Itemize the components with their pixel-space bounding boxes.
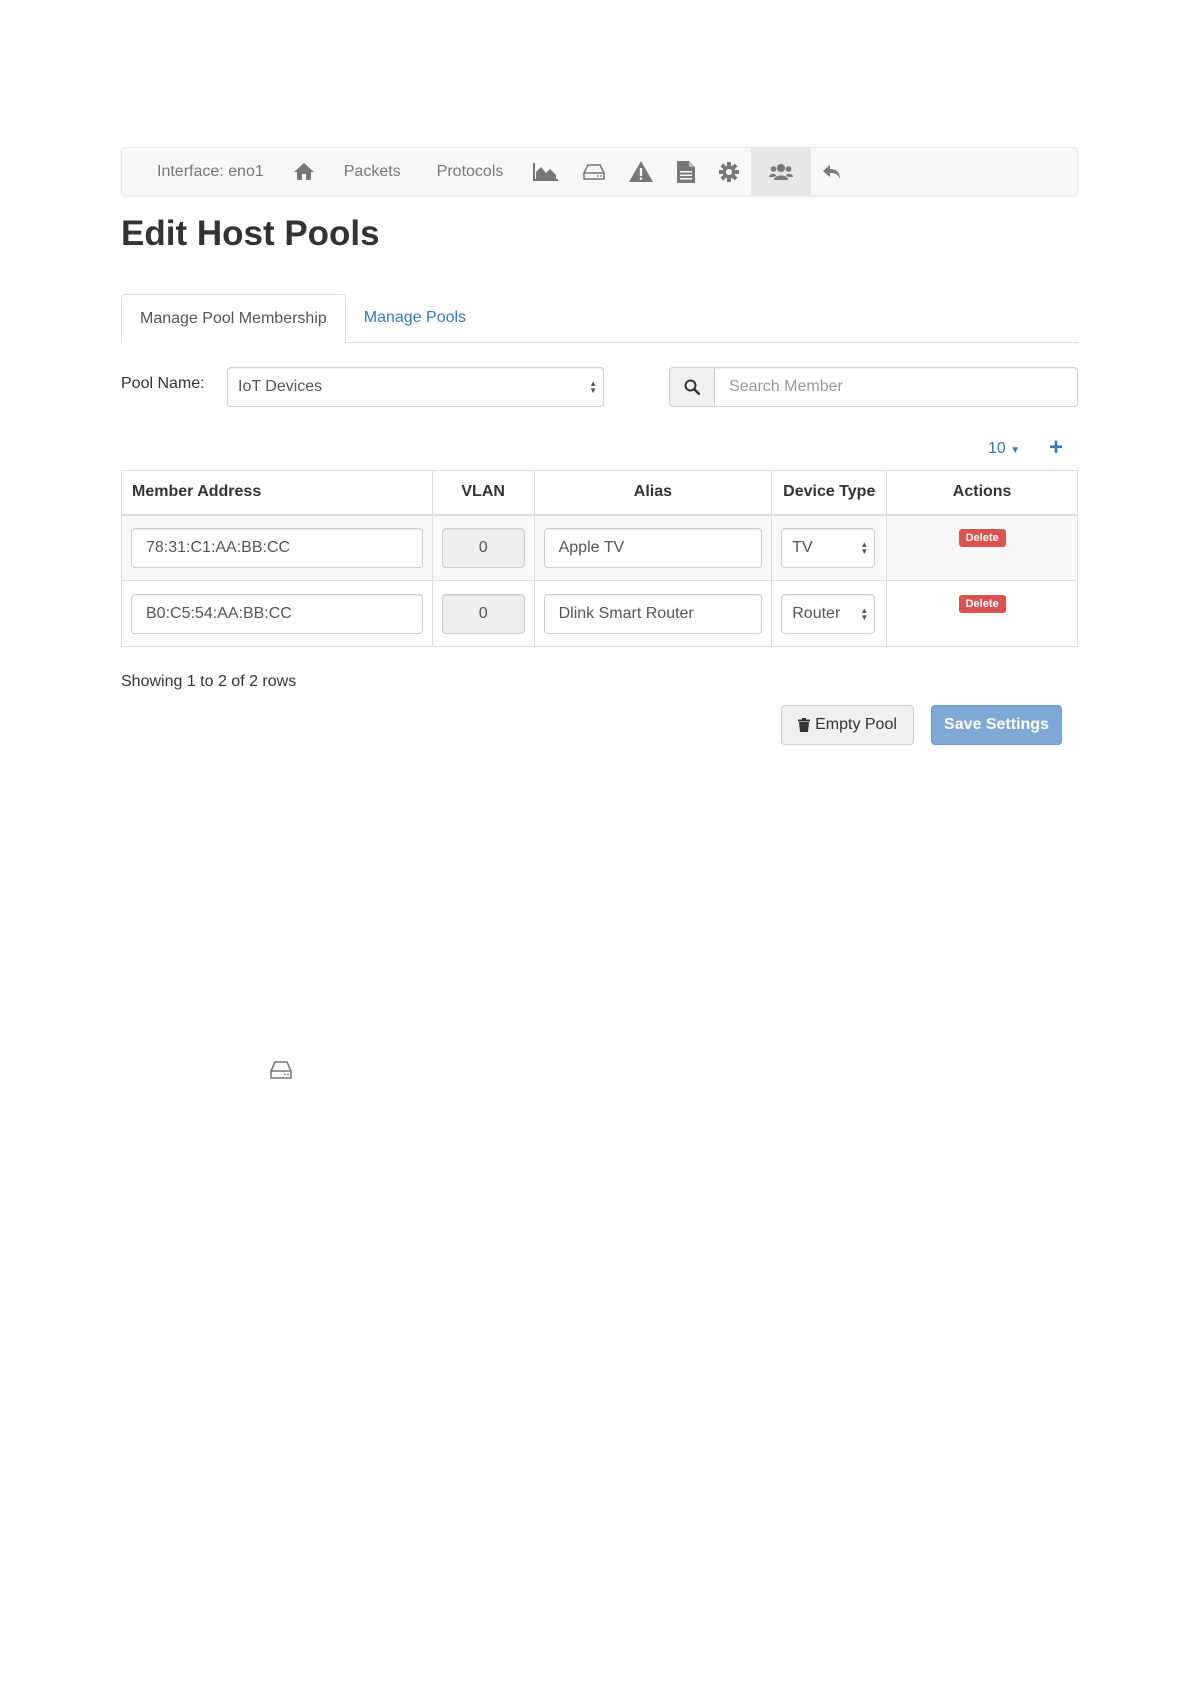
- hdd-icon: [270, 1061, 292, 1084]
- add-member-button[interactable]: +: [1049, 434, 1063, 462]
- header-member-address[interactable]: Member Address: [121, 470, 433, 516]
- members-table: Member Address VLAN Alias Device Type Ac…: [121, 470, 1078, 647]
- cell-vlan: 0: [431, 580, 535, 647]
- member-address-input[interactable]: 78:31:C1:AA:BB:CC: [131, 527, 423, 568]
- page-size-value: 10: [988, 440, 1006, 457]
- nav-packets-label: Packets: [343, 162, 401, 180]
- nav-protocols-label: Protocols: [436, 162, 504, 180]
- cell-device-type: TV ▲ ▼: [771, 514, 888, 581]
- warning-icon: [629, 161, 654, 182]
- tab-manage-pools[interactable]: Manage Pools: [346, 294, 484, 343]
- empty-pool-label: Empty Pool: [815, 716, 897, 733]
- header-actions: Actions: [886, 470, 1078, 516]
- save-settings-button[interactable]: Save Settings: [931, 705, 1062, 745]
- alias-input[interactable]: Dlink Smart Router: [543, 593, 763, 634]
- cell-address: 78:31:C1:AA:BB:CC: [121, 514, 433, 581]
- select-arrows-icon: ▲ ▼: [589, 379, 597, 395]
- tab-manage-pool-membership[interactable]: Manage Pool Membership: [121, 294, 346, 344]
- nav-protocols[interactable]: Protocols: [419, 148, 522, 195]
- nav-interface[interactable]: Interface: eno1: [122, 148, 282, 195]
- search-icon: [684, 379, 700, 395]
- table-row: B0:C5:54:AA:BB:CC 0 Dlink Smart Router R…: [121, 580, 1078, 647]
- table-row: 78:31:C1:AA:BB:CC 0 Apple TV TV ▲ ▼ Delet…: [121, 514, 1078, 581]
- hdd-icon: [583, 163, 606, 180]
- nav-packets[interactable]: Packets: [326, 148, 419, 195]
- nav-home[interactable]: [282, 148, 326, 195]
- table-header-row: Member Address VLAN Alias Device Type Ac…: [121, 470, 1078, 516]
- empty-pool-button[interactable]: Empty Pool: [781, 705, 914, 745]
- nav-alerts[interactable]: [617, 148, 665, 195]
- vlan-input: 0: [441, 527, 525, 568]
- header-device-type[interactable]: Device Type: [771, 470, 888, 516]
- nav-interface-label: Interface: eno1: [157, 162, 264, 180]
- device-type-select-wrap: TV ▲ ▼: [781, 527, 876, 568]
- nav-settings[interactable]: [707, 148, 751, 195]
- device-type-select-wrap: Router ▲ ▼: [781, 593, 876, 634]
- select-arrows-icon: ▲ ▼: [860, 605, 869, 622]
- users-icon: [769, 163, 794, 180]
- file-icon: [677, 160, 696, 183]
- nav-host-pools[interactable]: [751, 148, 812, 195]
- delete-button[interactable]: Delete: [958, 595, 1006, 613]
- nav-back[interactable]: [811, 148, 853, 195]
- gear-icon: [719, 161, 740, 182]
- search-member-input[interactable]: [715, 367, 1078, 407]
- search-group: [669, 367, 1078, 407]
- cell-device-type: Router ▲ ▼: [771, 580, 888, 647]
- device-type-select[interactable]: TV ▲ ▼: [781, 527, 876, 568]
- device-type-select[interactable]: Router ▲ ▼: [781, 593, 876, 634]
- pool-name-value: IoT Devices: [238, 378, 323, 395]
- cell-alias: Apple TV: [533, 514, 773, 581]
- delete-button[interactable]: Delete: [958, 529, 1006, 548]
- select-arrows-icon: ▲ ▼: [860, 539, 869, 556]
- area-chart-icon: [533, 162, 559, 181]
- pool-name-select[interactable]: IoT Devices ▲ ▼: [227, 367, 604, 407]
- header-alias[interactable]: Alias: [533, 470, 773, 516]
- tab-bar: Manage Pool Membership Manage Pools: [121, 294, 1078, 344]
- cell-actions: Delete: [886, 580, 1078, 647]
- page-title: Edit Host Pools: [121, 214, 380, 253]
- nav-storage[interactable]: [571, 148, 617, 195]
- home-icon: [293, 163, 314, 180]
- reply-icon: [823, 164, 841, 179]
- vlan-input: 0: [441, 593, 525, 634]
- pagination-info: Showing 1 to 2 of 2 rows: [121, 673, 297, 690]
- cell-actions: Delete: [886, 514, 1078, 581]
- page-size-dropdown[interactable]: 10 ▼: [988, 440, 1020, 458]
- device-type-value: TV: [792, 538, 813, 556]
- caret-down-icon: ▼: [1010, 445, 1021, 456]
- pool-name-label: Pool Name:: [121, 375, 205, 392]
- member-address-input[interactable]: B0:C5:54:AA:BB:CC: [131, 593, 423, 634]
- cell-alias: Dlink Smart Router: [533, 580, 773, 647]
- cell-vlan: 0: [431, 514, 535, 581]
- device-type-value: Router: [792, 604, 841, 622]
- trash-icon: [798, 718, 811, 732]
- nav-charts[interactable]: [521, 148, 571, 195]
- search-button[interactable]: [669, 367, 715, 407]
- alias-input[interactable]: Apple TV: [543, 527, 763, 568]
- nav-reports[interactable]: [665, 148, 707, 195]
- save-settings-label: Save Settings: [944, 716, 1049, 733]
- cell-address: B0:C5:54:AA:BB:CC: [121, 580, 433, 647]
- top-navbar: Interface: eno1 Packets Protocols: [121, 147, 1078, 196]
- header-vlan[interactable]: VLAN: [431, 470, 535, 516]
